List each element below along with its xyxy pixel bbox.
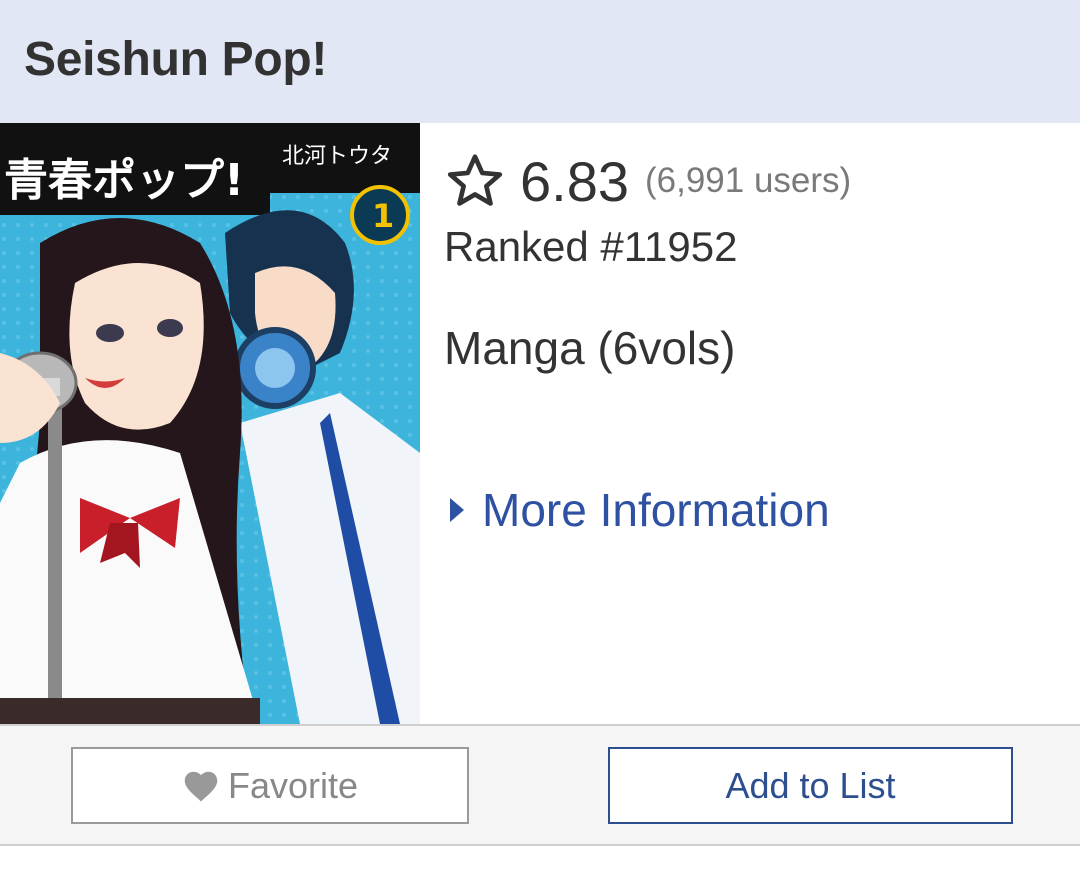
- page-title: Seishun Pop!: [24, 33, 328, 86]
- scored-users-count: (6,991 users): [645, 161, 852, 200]
- title-bar: Seishun Pop!: [0, 0, 1080, 123]
- add-to-list-label: Add to List: [725, 764, 896, 806]
- score-row: 6.83 (6,991 users): [444, 149, 852, 213]
- rank-text: Ranked #11952: [444, 223, 738, 270]
- cover-author-jp: 北河トウタ: [282, 144, 392, 169]
- favorite-button[interactable]: Favorite: [71, 747, 469, 824]
- more-information-link[interactable]: More Information: [448, 483, 830, 537]
- caret-right-icon: [450, 498, 464, 522]
- manga-cover-image: 青春ポップ! 北河トウタ 1: [0, 123, 420, 724]
- star-outline-icon[interactable]: [444, 150, 506, 212]
- add-to-list-button[interactable]: Add to List: [608, 747, 1013, 824]
- score-value: 6.83: [520, 149, 629, 213]
- action-bar: Favorite Add to List: [0, 724, 1080, 846]
- media-type: Manga (6vols): [444, 322, 736, 374]
- cover-title-jp: 青春ポップ!: [4, 155, 244, 206]
- heart-icon: [184, 771, 218, 801]
- more-information-label: More Information: [482, 484, 830, 536]
- cover-volume: 1: [372, 197, 394, 235]
- cover-image[interactable]: 青春ポップ! 北河トウタ 1: [0, 123, 420, 724]
- favorite-label: Favorite: [227, 764, 359, 806]
